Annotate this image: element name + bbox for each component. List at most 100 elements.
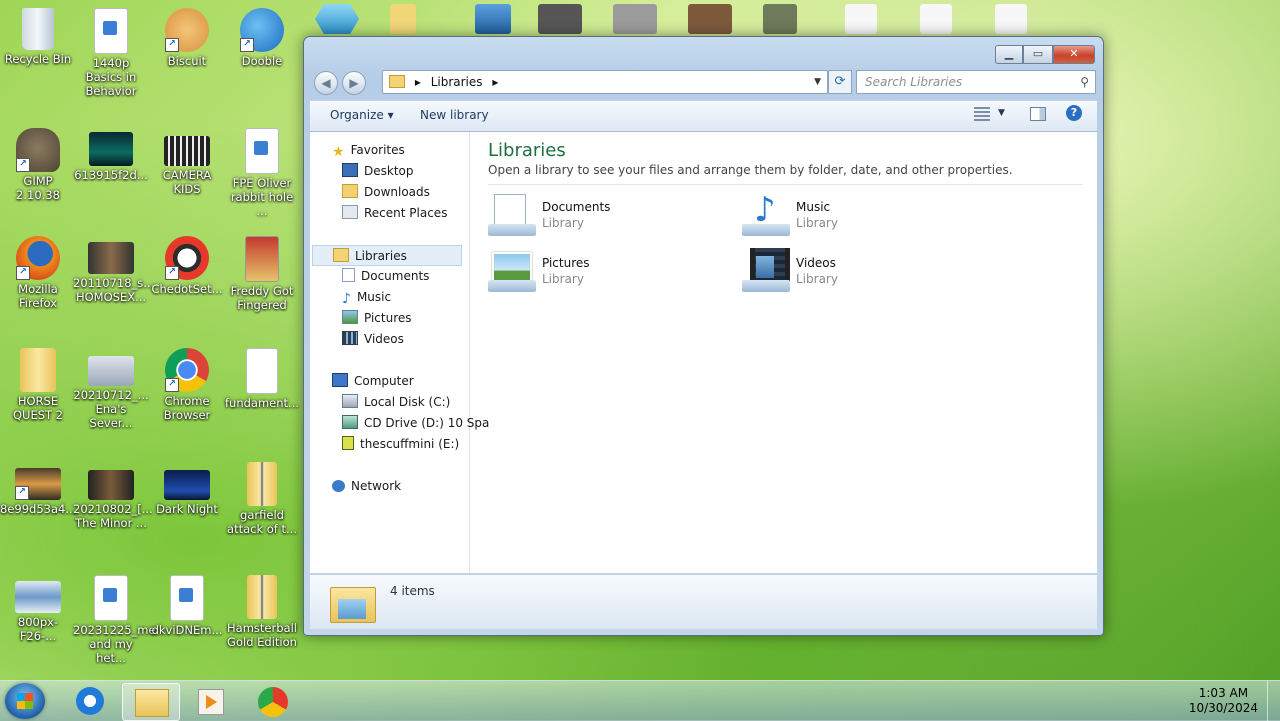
back-button[interactable]: ◀ <box>314 71 338 95</box>
close-button[interactable]: ✕ <box>1053 45 1095 64</box>
documents-icon <box>342 268 355 282</box>
desktop-icon-label: 1440p Basics in Behavior <box>85 56 137 98</box>
desktop-icon-label: Freddy Got Fingered <box>230 284 294 312</box>
library-name: Pictures <box>542 256 590 270</box>
desktop-icon-partial[interactable] <box>475 4 511 34</box>
image-file-icon <box>15 581 61 613</box>
desktop-icon-partial[interactable] <box>538 4 582 34</box>
desktop-icon-label: garfield attack of t... <box>227 508 297 536</box>
library-item-videos[interactable]: Videos Library <box>742 248 962 300</box>
taskbar-windows-explorer[interactable] <box>122 683 180 721</box>
desktop-icon-partial[interactable] <box>315 4 359 34</box>
library-name: Videos <box>796 256 836 270</box>
nav-computer[interactable]: Computer <box>332 371 414 392</box>
image-file-icon: ↗ <box>15 468 61 500</box>
recycle-bin-icon <box>22 8 54 50</box>
desktop-icon-label: 613915f2d... <box>74 168 148 182</box>
nav-documents[interactable]: Documents <box>342 266 429 287</box>
desktop-icon-shortcut[interactable]: ↗ ChedotSet... <box>149 236 225 296</box>
desktop-icon-file[interactable]: fundament... <box>224 348 300 410</box>
search-input[interactable]: Search Libraries ⚲ <box>856 70 1096 94</box>
desktop-icon-file[interactable]: 613915f2d... <box>73 128 149 182</box>
gimp-icon: ↗ <box>16 128 60 172</box>
organize-button[interactable]: Organize ▾ <box>330 108 394 122</box>
desktop-icon-shortcut[interactable]: ↗ Chrome Browser <box>149 348 225 422</box>
desktop-icon-partial[interactable] <box>920 4 952 34</box>
library-item-music[interactable]: ♪ Music Library <box>742 192 962 244</box>
nav-usb-drive[interactable]: thescuffmini (E:) <box>342 434 459 455</box>
music-icon: ♪ <box>342 291 351 307</box>
desktop-icon-file[interactable]: ↗ 8e99d53a4... <box>0 462 76 516</box>
nav-music[interactable]: ♪ Music <box>342 287 391 308</box>
nav-downloads[interactable]: Downloads <box>342 182 430 203</box>
refresh-button[interactable]: ⟳ <box>828 70 852 94</box>
chevron-down-icon[interactable]: ▼ <box>814 71 821 93</box>
desktop-icon-recycle-bin[interactable]: Recycle Bin <box>0 8 76 66</box>
nav-recent-places[interactable]: Recent Places <box>342 203 447 224</box>
address-path[interactable]: Libraries <box>431 75 483 89</box>
library-item-documents[interactable]: Documents Library <box>488 192 708 244</box>
desktop-icon-file[interactable]: 20110718_s... HOMOSEX... <box>73 236 154 304</box>
nav-pictures[interactable]: Pictures <box>342 308 412 329</box>
minimize-button[interactable]: ▁ <box>995 45 1023 64</box>
desktop-icon-partial[interactable] <box>390 4 416 34</box>
desktop-icon-shortcut[interactable]: ↗ GIMP 2.10.38 <box>0 128 76 202</box>
desktop-icon-folder[interactable]: Hamsterball Gold Edition <box>224 575 300 649</box>
desktop-icon-partial[interactable] <box>995 4 1027 34</box>
preview-pane-icon[interactable] <box>1030 107 1046 121</box>
new-library-button[interactable]: New library <box>420 108 489 122</box>
desktop-icon-partial[interactable] <box>613 4 657 34</box>
nav-cd-drive[interactable]: CD Drive (D:) 10 Spa <box>342 413 489 434</box>
desktop-icon-shortcut[interactable]: ↗ Dooble <box>224 8 300 68</box>
desktop-icon-label: fundament... <box>224 396 299 410</box>
chevron-down-icon[interactable]: ▼ <box>998 108 1005 118</box>
nav-network[interactable]: Network <box>332 476 401 497</box>
desktop-icon-file[interactable]: 800px-F26-... <box>0 575 76 643</box>
view-options-icon[interactable] <box>974 107 990 121</box>
desktop-icon-file[interactable]: Dark Night <box>149 462 225 516</box>
desktop-icon-folder[interactable]: garfield attack of t... <box>224 462 300 536</box>
forward-button[interactable]: ▶ <box>342 71 366 95</box>
audio-file-icon <box>245 128 279 174</box>
desktop-icon-file[interactable]: 20210712_... Ena's Sever... <box>73 348 149 430</box>
desktop-icon-partial[interactable] <box>845 4 877 34</box>
library-type: Library <box>796 272 838 286</box>
library-item-pictures[interactable]: Pictures Library <box>488 248 708 300</box>
taskbar-media-player[interactable] <box>182 683 238 719</box>
zip-folder-icon <box>247 462 277 506</box>
nav-desktop[interactable]: Desktop <box>342 161 414 182</box>
start-button[interactable] <box>5 683 45 719</box>
desktop-icon-file[interactable]: Freddy Got Fingered <box>224 236 300 312</box>
library-name: Documents <box>542 200 611 214</box>
maximize-button[interactable]: ▭ <box>1023 45 1053 64</box>
address-separator[interactable]: ▸ <box>492 75 498 89</box>
taskbar-chrome[interactable] <box>246 683 302 719</box>
desktop-icon-partial[interactable] <box>688 4 732 34</box>
desktop-icon-shortcut[interactable]: ↗ Mozilla Firefox <box>0 236 76 310</box>
desktop-icon-file[interactable]: 20231225_me and my het... <box>73 575 156 665</box>
nav-libraries[interactable]: Libraries <box>312 245 462 266</box>
desktop-icon-file[interactable]: FPE Oliver rabbit hole ... <box>224 128 300 218</box>
desktop-icon-file[interactable]: CAMERA KIDS <box>149 128 225 196</box>
nav-videos[interactable]: Videos <box>342 329 404 350</box>
desktop-icon-file[interactable]: dkviDNEm... <box>149 575 225 637</box>
hard-drive-icon <box>342 394 358 408</box>
clock-time: 1:03 AM <box>1198 686 1249 700</box>
desktop-icon-partial[interactable] <box>763 4 797 34</box>
nav-label: Favorites <box>350 143 405 157</box>
desktop-icon-shortcut[interactable]: ↗ Biscuit <box>149 8 225 68</box>
help-icon[interactable]: ? <box>1066 105 1082 121</box>
desktop-icon-folder[interactable]: HORSE QUEST 2 <box>0 348 76 422</box>
system-clock[interactable]: 1:03 AM 10/30/2024 <box>1189 686 1258 716</box>
desktop-icon-file[interactable]: 20210802_[... The Minor ... <box>73 462 153 530</box>
desktop-icon-file[interactable]: 1440p Basics in Behavior <box>73 8 149 98</box>
address-bar[interactable]: ▸ Libraries ▸ ▼ <box>382 70 828 94</box>
show-desktop-button[interactable] <box>1267 681 1280 721</box>
browser-icon <box>258 687 288 717</box>
search-icon[interactable]: ⚲ <box>1080 71 1089 93</box>
nav-favorites[interactable]: ★ Favorites <box>332 140 405 161</box>
nav-local-disk[interactable]: Local Disk (C:) <box>342 392 450 413</box>
nav-label: Desktop <box>364 164 414 178</box>
taskbar-internet-explorer[interactable] <box>62 683 118 719</box>
nav-label: Pictures <box>364 311 412 325</box>
